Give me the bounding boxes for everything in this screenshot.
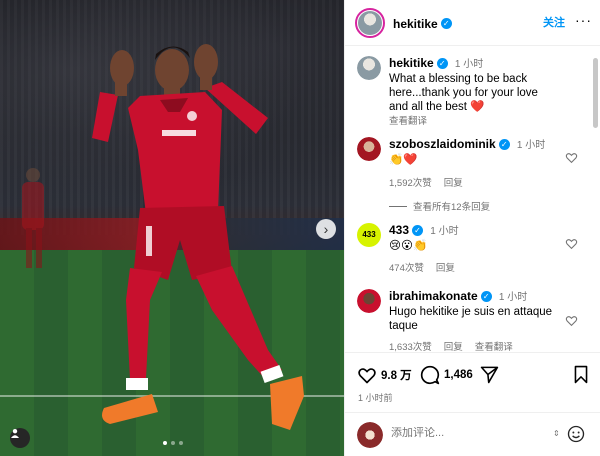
comment-time: 1 小时 <box>516 140 546 151</box>
bookmark-icon[interactable] <box>573 365 589 384</box>
caption-time: 1 小时 <box>454 59 484 70</box>
comment-time: 1 小时 <box>430 226 459 237</box>
verified-badge-icon: ✓ <box>480 291 492 303</box>
caption-username[interactable]: hekitike <box>389 56 434 70</box>
comment-input[interactable] <box>391 427 541 439</box>
caption-line: What a blessing to be back <box>389 73 528 85</box>
author-username[interactable]: hekitike <box>393 17 438 31</box>
author-name-row: hekitike ✓ <box>393 15 452 33</box>
comments-list: hekitike ✓ 1 小时 What a blessing to be bac… <box>345 46 600 352</box>
commenter-username[interactable]: szoboszlaidominik <box>389 137 496 151</box>
current-user-avatar <box>357 422 383 448</box>
comment-count[interactable]: 1,486 <box>444 369 473 381</box>
user-tag-button[interactable] <box>10 428 30 448</box>
heart-icon[interactable] <box>565 314 578 327</box>
comment-time: 1 小时 <box>498 292 528 303</box>
comment-like-count[interactable]: 474次赞 <box>389 260 424 274</box>
verified-badge-icon: ✓ <box>412 225 424 237</box>
chevron-right-icon: › <box>323 221 329 237</box>
verified-badge-icon: ✓ <box>436 58 448 70</box>
commenter-avatar[interactable] <box>357 289 381 313</box>
comment-body: 👏❤️ <box>389 154 418 166</box>
commenter-username[interactable]: 433 <box>389 223 409 237</box>
comment-body: 😢😮👏 <box>389 240 428 252</box>
caption-line: here...thank you for your love <box>389 87 538 99</box>
comment-text: ibrahimakonate ✓ 1 小时 Hugo hekitike je su… <box>389 289 574 333</box>
author-avatar[interactable] <box>355 8 385 38</box>
translate-link[interactable]: 查看翻译 <box>389 116 427 127</box>
comment-text: 433 ✓ 1 小时 😢😮👏 <box>389 223 574 253</box>
like-action: 9.8 万 <box>357 365 412 385</box>
next-photo-button[interactable]: › <box>316 219 336 239</box>
heart-icon[interactable] <box>565 237 578 250</box>
like-count[interactable]: 9.8 万 <box>381 367 412 383</box>
comment-meta: 474次赞 回复 <box>389 260 455 274</box>
caption-text: hekitike ✓ 1 小时 What a blessing to be bac… <box>389 56 574 129</box>
comment-action: 1,486 <box>420 365 473 385</box>
more-options-button[interactable]: ··· <box>575 12 592 28</box>
comment-meta: 1,633次赞 回复 查看翻译 <box>389 339 513 352</box>
save-action <box>573 365 589 384</box>
divider-line <box>389 205 407 207</box>
reply-button[interactable]: 回复 <box>444 175 463 189</box>
carousel-dot <box>163 441 167 445</box>
view-replies-link[interactable]: 查看所有12条回复 <box>389 199 490 213</box>
verified-badge-icon: ✓ <box>440 18 452 30</box>
carousel-dot <box>179 441 183 445</box>
comment-icon[interactable] <box>420 365 440 385</box>
caption-line: and all the best ❤️ <box>389 101 485 113</box>
comment-body: Hugo hekitike je suis en attaque taque <box>389 306 553 332</box>
author-avatar-small[interactable] <box>357 56 381 80</box>
post-side-panel: hekitike ✓ 关注 ··· hekitike ✓ 1 小时 What a b… <box>344 0 600 456</box>
verified-badge-icon: ✓ <box>498 139 510 151</box>
post-header: hekitike ✓ 关注 ··· <box>345 0 600 46</box>
follow-button[interactable]: 关注 <box>543 14 565 30</box>
comment-text: szoboszlaidominik ✓ 1 小时 👏❤️ <box>389 137 574 167</box>
commenter-avatar[interactable] <box>357 137 381 161</box>
post-actions: 9.8 万 1,486 1 小时前 <box>345 352 600 406</box>
reply-button[interactable]: 回复 <box>444 339 463 352</box>
share-action <box>480 365 499 384</box>
view-replies-label: 查看所有12条回复 <box>413 202 491 213</box>
commenter-avatar[interactable]: 433 <box>357 223 381 247</box>
comment-meta: 1,592次赞 回复 <box>389 175 463 189</box>
user-tag-icon <box>11 429 19 438</box>
reply-button[interactable]: 回复 <box>436 260 455 274</box>
heart-icon[interactable] <box>565 151 578 164</box>
commenter-username[interactable]: ibrahimakonate <box>389 289 478 303</box>
player-figure <box>22 44 304 430</box>
emoji-icon[interactable] <box>567 425 585 443</box>
comment-like-count[interactable]: 1,633次赞 <box>389 339 432 352</box>
heart-icon[interactable] <box>357 365 377 385</box>
send-icon[interactable] <box>480 365 499 384</box>
comment-like-count[interactable]: 1,592次赞 <box>389 175 432 189</box>
carousel-dot <box>171 441 175 445</box>
translate-link[interactable]: 查看翻译 <box>475 339 513 352</box>
post-time: 1 小时前 <box>358 393 393 403</box>
sort-toggle-icon[interactable]: ⇕ <box>553 429 560 438</box>
post-photo[interactable]: › <box>0 0 344 456</box>
comment-composer: ⇕ <box>345 412 600 456</box>
carousel-dots <box>163 441 183 445</box>
